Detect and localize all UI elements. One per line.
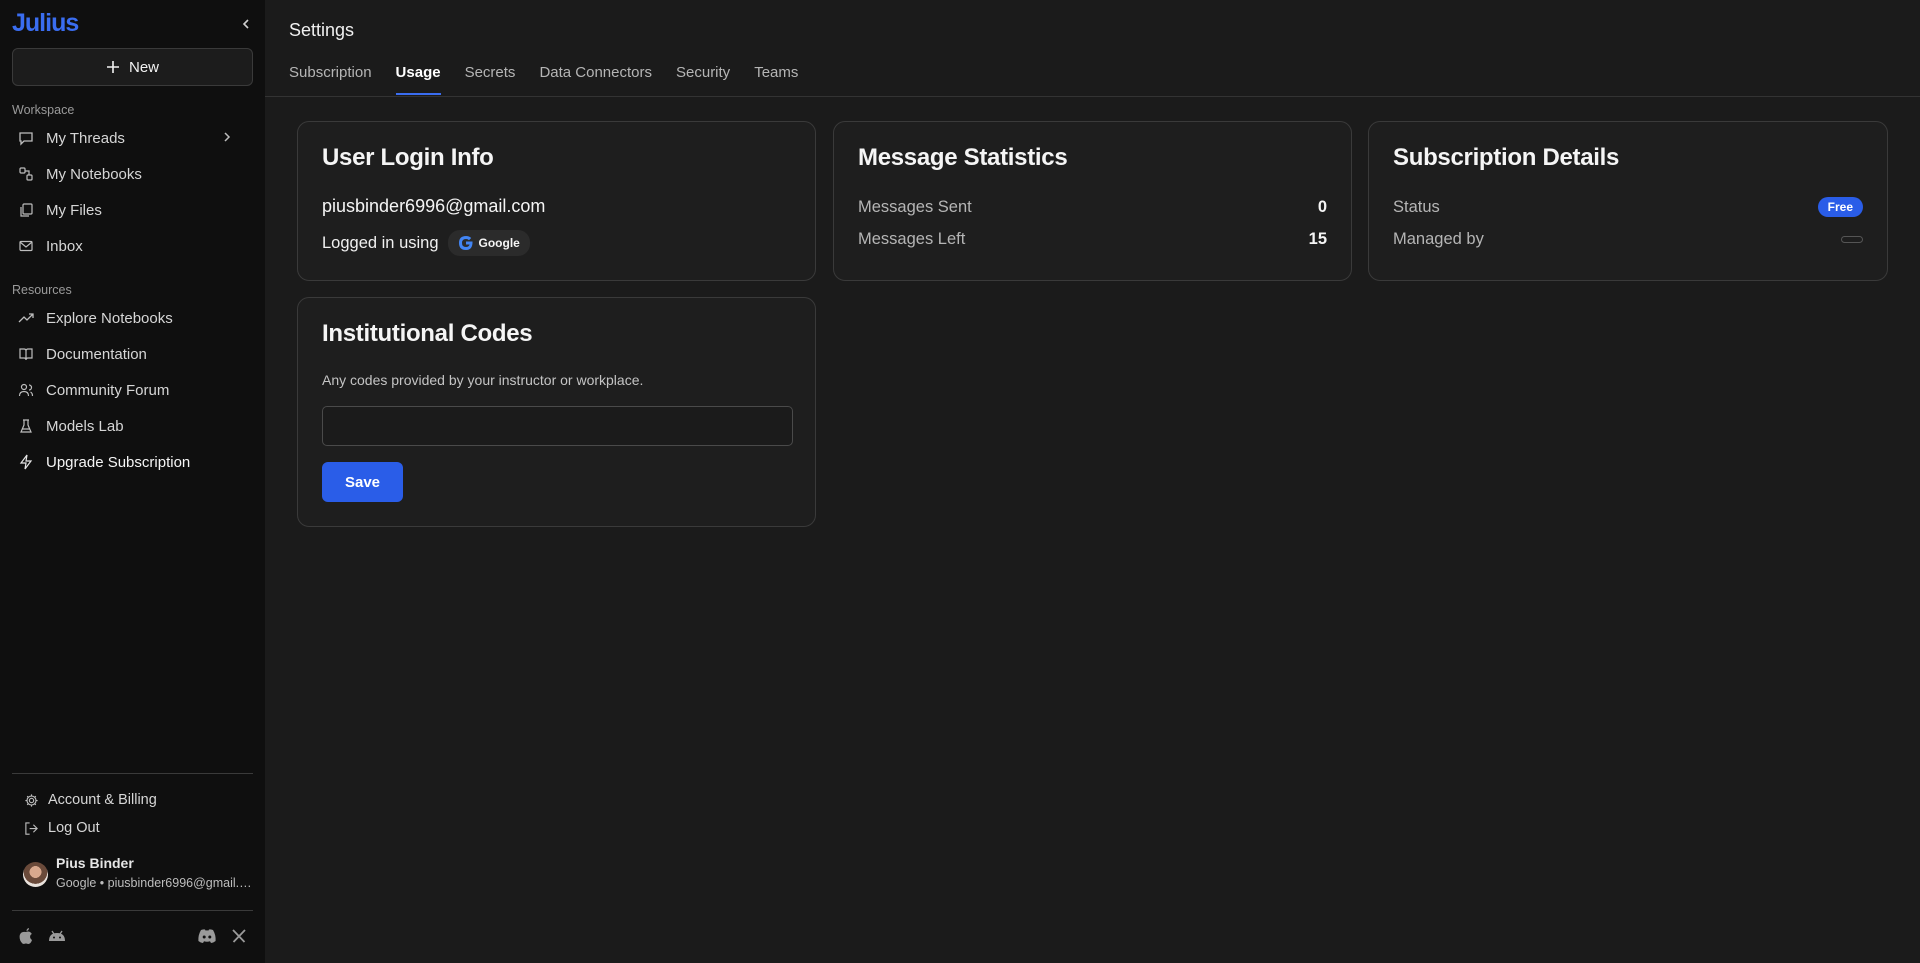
card-title: Message Statistics bbox=[858, 144, 1068, 171]
sidebar-item-my-files[interactable]: My Files bbox=[12, 194, 253, 226]
sidebar: Julius New Workspace My Threads My Noteb… bbox=[0, 0, 265, 963]
plus-icon bbox=[106, 61, 119, 73]
page-title: Settings bbox=[289, 20, 355, 40]
tab-teams[interactable]: Teams bbox=[754, 64, 798, 96]
chevron-right-icon[interactable] bbox=[221, 130, 233, 148]
new-button-label: New bbox=[128, 58, 159, 76]
tab-usage[interactable]: Usage bbox=[395, 64, 441, 96]
mail-icon bbox=[18, 238, 34, 254]
logo[interactable]: Julius bbox=[12, 9, 79, 38]
settings-tabs: Subscription Usage Secrets Data Connecto… bbox=[289, 64, 822, 96]
sidebar-item-label: Explore Notebooks bbox=[46, 309, 173, 327]
messages-left-value: 15 bbox=[1308, 229, 1327, 248]
card-title: Subscription Details bbox=[1393, 144, 1620, 171]
google-icon bbox=[458, 236, 473, 250]
sidebar-item-label: My Threads bbox=[46, 129, 125, 147]
login-method: Logged in using Google bbox=[322, 230, 530, 256]
sidebar-item-label: My Files bbox=[46, 201, 102, 219]
logged-in-label: Logged in using bbox=[322, 233, 439, 252]
logout-link[interactable]: Log Out bbox=[24, 816, 100, 840]
book-icon bbox=[18, 346, 34, 362]
workspace-section-label: Workspace bbox=[12, 103, 75, 117]
sidebar-item-models-lab[interactable]: Models Lab bbox=[12, 410, 253, 442]
sidebar-item-explore-notebooks[interactable]: Explore Notebooks bbox=[12, 302, 253, 334]
chat-bubble-icon bbox=[18, 130, 34, 146]
sidebar-item-my-threads[interactable]: My Threads bbox=[12, 122, 253, 154]
sidebar-item-label: My Notebooks bbox=[46, 165, 142, 183]
messages-left-label: Messages Left bbox=[858, 229, 966, 248]
sidebar-item-inbox[interactable]: Inbox bbox=[12, 230, 253, 262]
users-icon bbox=[18, 382, 34, 398]
android-icon[interactable] bbox=[47, 926, 67, 946]
lightning-icon bbox=[18, 454, 34, 470]
sidebar-item-documentation[interactable]: Documentation bbox=[12, 338, 253, 370]
sidebar-item-label: Documentation bbox=[46, 345, 147, 363]
tab-data-connectors[interactable]: Data Connectors bbox=[539, 64, 652, 96]
sidebar-bottom-divider bbox=[12, 910, 253, 911]
sidebar-divider bbox=[12, 773, 253, 774]
discord-icon[interactable] bbox=[197, 926, 217, 946]
status-label: Status bbox=[1393, 197, 1440, 216]
save-button[interactable]: Save bbox=[322, 462, 403, 502]
status-row: Status Free bbox=[1393, 196, 1863, 218]
messages-sent-value: 0 bbox=[1317, 197, 1327, 216]
managed-by-row: Managed by bbox=[1393, 228, 1863, 250]
sidebar-item-label: Community Forum bbox=[46, 381, 170, 399]
notebook-nodes-icon bbox=[18, 166, 34, 182]
provider-badge: Google bbox=[447, 230, 530, 256]
logout-icon bbox=[25, 821, 38, 835]
subscription-details-card: Subscription Details Status Free Managed… bbox=[1368, 121, 1888, 281]
messages-sent-row: Messages Sent 0 bbox=[858, 196, 1327, 218]
tab-secrets[interactable]: Secrets bbox=[465, 64, 516, 96]
sidebar-item-label: Upgrade Subscription bbox=[46, 453, 191, 471]
files-icon bbox=[18, 202, 34, 218]
user-login-card: User Login Info piusbinder6996@gmail.com… bbox=[297, 121, 816, 281]
avatar[interactable] bbox=[23, 862, 48, 887]
sidebar-item-label: Inbox bbox=[46, 237, 83, 255]
flask-icon bbox=[18, 418, 34, 434]
collapse-sidebar-button[interactable] bbox=[236, 14, 256, 34]
managed-by-label: Managed by bbox=[1393, 229, 1484, 248]
messages-left-row: Messages Left 15 bbox=[858, 228, 1327, 250]
card-title: Institutional Codes bbox=[322, 320, 533, 347]
user-email: piusbinder6996@gmail.com bbox=[322, 196, 546, 216]
sidebar-item-community-forum[interactable]: Community Forum bbox=[12, 374, 253, 406]
provider-label: Google bbox=[478, 236, 520, 250]
sidebar-item-upgrade-subscription[interactable]: Upgrade Subscription bbox=[12, 446, 253, 478]
status-badge: Free bbox=[1817, 197, 1863, 217]
sidebar-item-label: Models Lab bbox=[46, 417, 124, 435]
user-name: Pius Binder bbox=[56, 855, 134, 871]
new-button[interactable]: New bbox=[12, 48, 253, 86]
message-statistics-card: Message Statistics Messages Sent 0 Messa… bbox=[833, 121, 1352, 281]
tab-subscription[interactable]: Subscription bbox=[289, 64, 372, 96]
trending-icon bbox=[18, 310, 34, 326]
tabs-divider bbox=[265, 96, 1920, 97]
chevron-left-icon bbox=[242, 19, 249, 29]
institutional-codes-card: Institutional Codes Any codes provided b… bbox=[297, 297, 816, 527]
apple-icon[interactable] bbox=[16, 926, 36, 946]
sidebar-item-my-notebooks[interactable]: My Notebooks bbox=[12, 158, 253, 190]
card-title: User Login Info bbox=[322, 144, 494, 171]
resources-section-label: Resources bbox=[12, 283, 72, 297]
account-billing-label: Account & Billing bbox=[48, 792, 157, 808]
institutional-code-input[interactable] bbox=[322, 406, 793, 446]
x-twitter-icon[interactable] bbox=[229, 926, 249, 946]
tab-security[interactable]: Security bbox=[676, 64, 730, 96]
account-billing-link[interactable]: Account & Billing bbox=[24, 788, 157, 812]
gear-icon bbox=[25, 793, 38, 807]
managed-by-badge bbox=[1841, 235, 1863, 243]
user-login-detail: Google • piusbinder6996@gmail.com bbox=[56, 876, 256, 890]
logout-label: Log Out bbox=[48, 820, 100, 836]
messages-sent-label: Messages Sent bbox=[858, 197, 972, 216]
codes-description: Any codes provided by your instructor or… bbox=[322, 372, 644, 388]
